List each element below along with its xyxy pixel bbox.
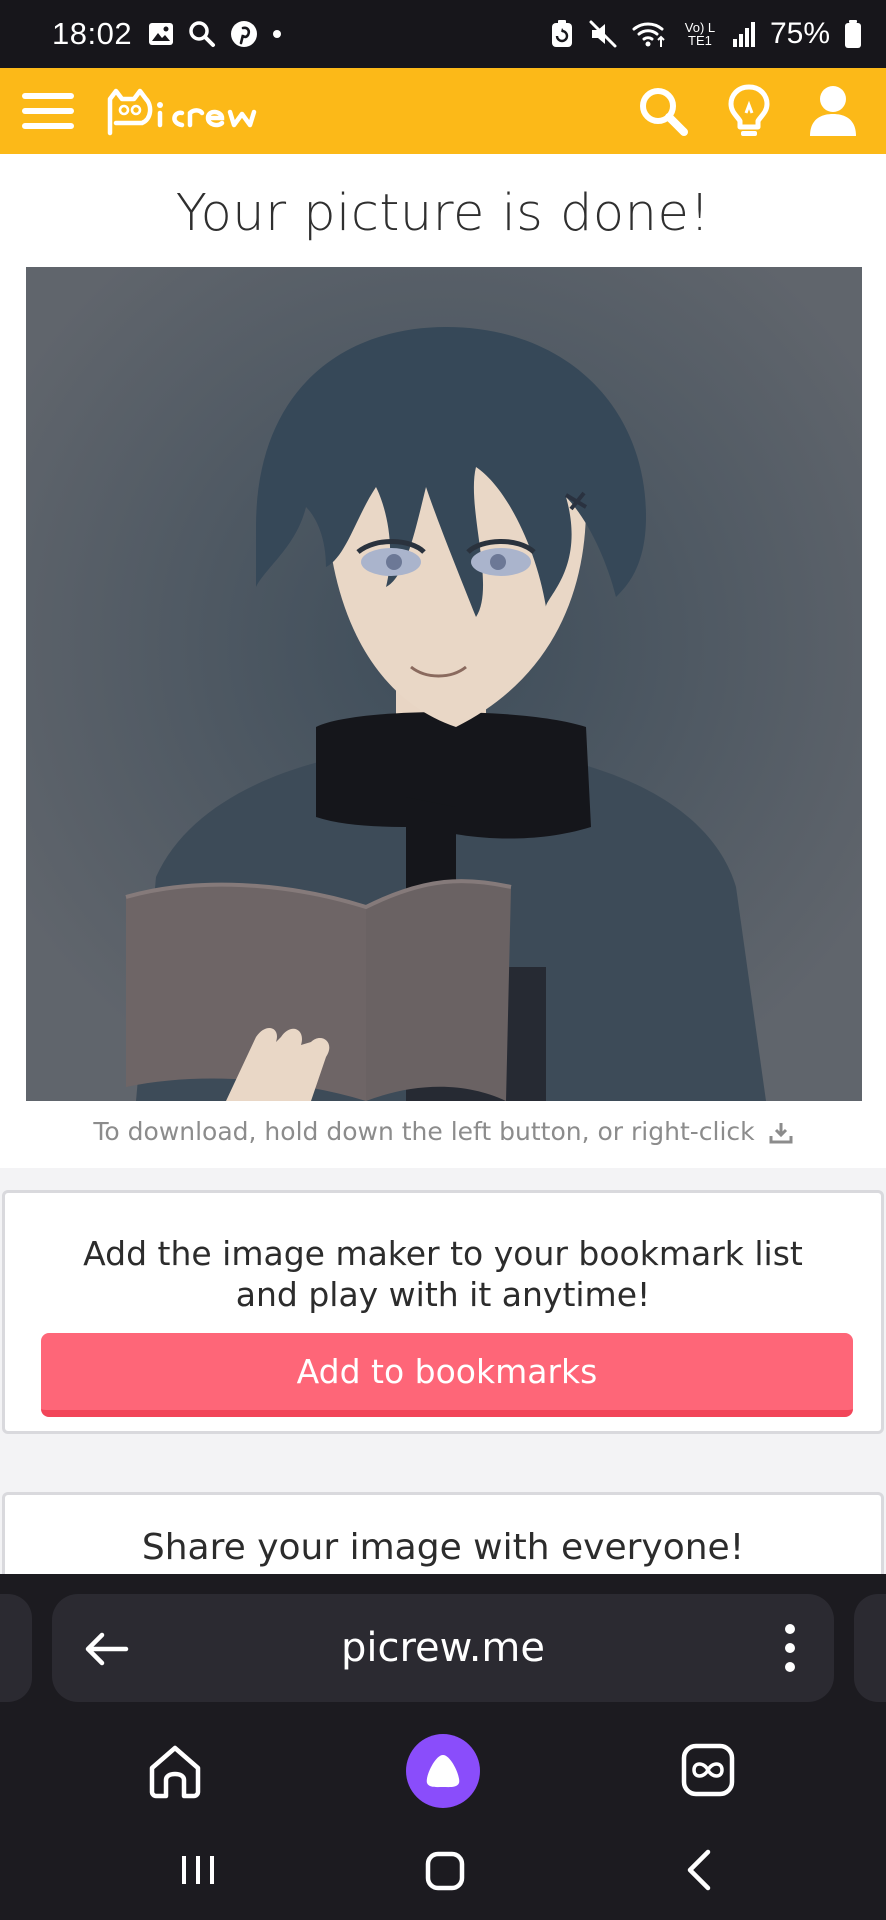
bookmark-message: Add the image maker to your bookmark lis… <box>83 1234 803 1314</box>
tabs-icon[interactable] <box>680 1742 736 1803</box>
signal-icon <box>732 20 756 48</box>
gallery-icon <box>148 22 174 46</box>
download-icon <box>769 1121 793 1145</box>
status-right: Vo) LTE1 75% <box>550 17 862 51</box>
share-card: Share your image with everyone! <box>2 1492 884 1574</box>
search-icon <box>188 20 216 48</box>
search-icon[interactable] <box>636 84 690 138</box>
wifi-icon <box>632 19 668 49</box>
home-icon[interactable] <box>146 1742 204 1805</box>
status-left-icons <box>148 20 282 48</box>
recents-icon[interactable] <box>178 1850 218 1895</box>
network-label: Vo) LTE1 <box>684 20 716 48</box>
status-bar: 18:02 Vo) LTE1 75% <box>0 0 886 68</box>
back-icon[interactable] <box>682 1848 718 1897</box>
home-button-icon[interactable] <box>424 1850 466 1897</box>
battery-icon <box>844 19 862 49</box>
battery-saver-icon <box>550 19 574 49</box>
browser-nav <box>0 1724 886 1820</box>
page-title: Your picture is done! <box>175 184 711 243</box>
lightbulb-icon[interactable] <box>728 83 770 139</box>
alice-assistant-icon[interactable] <box>406 1734 480 1808</box>
next-tab-peek[interactable] <box>854 1594 886 1702</box>
previous-tab-peek[interactable] <box>0 1594 32 1702</box>
app-header <box>0 68 886 154</box>
battery-percent: 75% <box>769 17 830 50</box>
hamburger-menu-icon[interactable] <box>22 89 74 133</box>
picrew-logo[interactable] <box>104 83 276 139</box>
address-bar[interactable]: picrew.me <box>52 1594 834 1702</box>
share-message: Share your image with everyone! <box>141 1527 745 1568</box>
more-options-icon[interactable] <box>784 1624 796 1672</box>
back-arrow-icon[interactable] <box>82 1624 132 1679</box>
browser-chrome: picrew.me <box>0 1574 886 1920</box>
header-actions <box>636 83 864 139</box>
system-nav-bar <box>0 1836 886 1920</box>
avatar-illustration <box>26 267 862 1101</box>
mute-icon <box>588 19 618 49</box>
page-content[interactable]: Your picture is done! To download, hold … <box>0 154 886 1574</box>
dot-icon <box>272 29 282 39</box>
result-section: Your picture is done! To download, hold … <box>0 154 886 1168</box>
generated-avatar-image[interactable] <box>26 267 862 1101</box>
status-time: 18:02 <box>52 16 133 51</box>
pinterest-icon <box>230 20 258 48</box>
picrew-logo-graphic <box>107 88 257 136</box>
download-hint-text: To download, hold down the left button, … <box>93 1117 755 1146</box>
download-hint: To download, hold down the left button, … <box>0 1117 886 1146</box>
url-text[interactable]: picrew.me <box>341 1625 545 1671</box>
user-icon[interactable] <box>808 84 858 138</box>
add-to-bookmarks-button[interactable]: Add to bookmarks <box>41 1333 853 1417</box>
volte-icon: Vo) LTE1 <box>682 21 718 47</box>
bookmark-card: Add the image maker to your bookmark lis… <box>2 1190 884 1434</box>
